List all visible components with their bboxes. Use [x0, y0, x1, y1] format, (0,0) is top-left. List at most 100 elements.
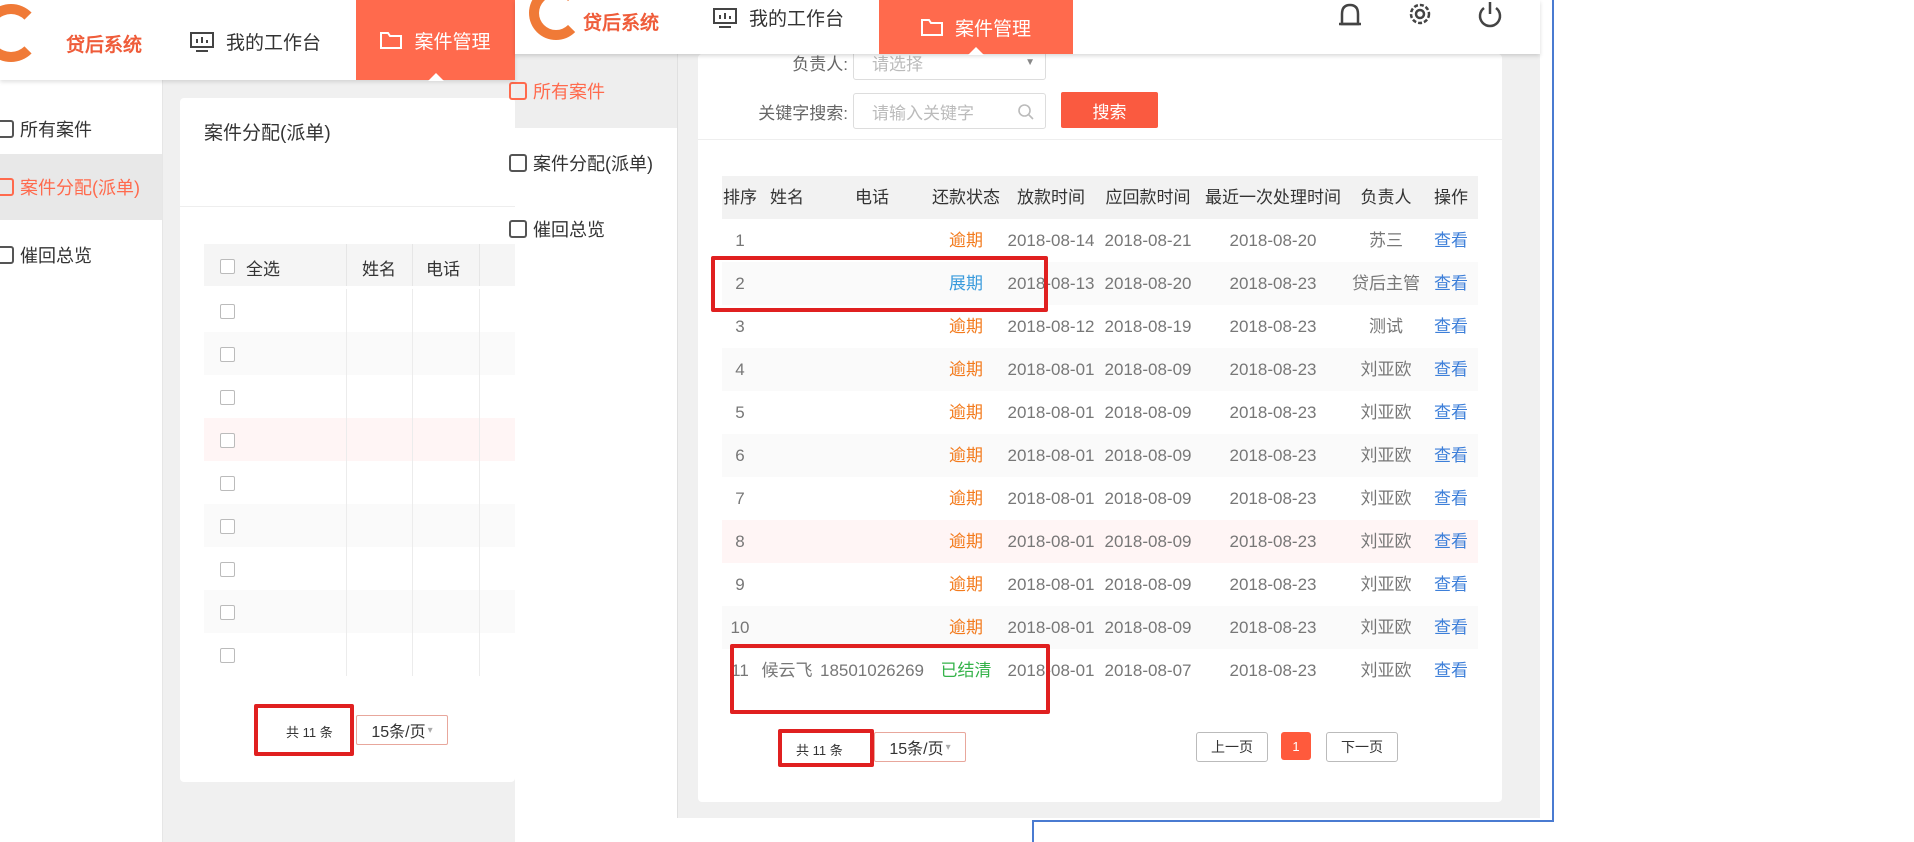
left-sidebar-item-all-cases[interactable]: 所有案件 [0, 96, 162, 162]
cell-rank: 7 [735, 489, 745, 508]
cell-due-date: 2018-08-20 [1104, 274, 1192, 293]
view-link[interactable]: 查看 [1424, 348, 1478, 391]
view-link[interactable]: 查看 [1424, 305, 1478, 348]
cell-rank: 6 [735, 446, 745, 465]
cases-icon [509, 82, 527, 100]
next-page-button[interactable]: 下一页 [1326, 732, 1398, 762]
search-button[interactable]: 搜索 [1061, 92, 1158, 128]
row-checkbox[interactable] [220, 476, 235, 491]
col-divider [479, 332, 480, 375]
col-divider [412, 547, 413, 590]
left-header-name: 姓名 [362, 260, 396, 279]
cell-name [758, 520, 816, 563]
cell-last-processed: 2018-08-20 [1229, 231, 1317, 250]
col-divider [346, 244, 347, 286]
cell-last-processed: 2018-08-23 [1229, 618, 1317, 637]
right-page-size-label: 15条/页 [889, 741, 944, 758]
keyword-search-input[interactable]: 请输入关键字 [853, 93, 1046, 129]
view-link[interactable]: 查看 [1424, 391, 1478, 434]
row-checkbox[interactable] [220, 562, 235, 577]
table-row [204, 418, 515, 461]
col-divider [346, 590, 347, 633]
prev-page-button[interactable]: 上一页 [1196, 732, 1268, 762]
col-divider [346, 418, 347, 461]
bell-icon[interactable] [1335, 0, 1365, 30]
left-page-size-label: 15条/页 [371, 724, 426, 741]
active-caret [968, 47, 984, 55]
row-checkbox[interactable] [220, 519, 235, 534]
table-row: 5 逾期 2018-08-01 2018-08-09 2018-08-23 刘亚欧 查看 [722, 391, 1478, 434]
col-divider [346, 461, 347, 504]
left-header-phone: 电话 [426, 260, 460, 279]
current-page-button[interactable]: 1 [1281, 732, 1311, 760]
left-nav-case-management[interactable]: 案件管理 [356, 0, 515, 81]
gear-icon[interactable] [1405, 0, 1435, 30]
cell-owner: 刘亚欧 [1360, 618, 1412, 637]
cell-phone [816, 520, 928, 563]
cell-last-processed: 2018-08-23 [1229, 403, 1317, 422]
select-all-checkbox[interactable] [220, 259, 235, 274]
view-link[interactable]: 查看 [1424, 520, 1478, 563]
view-link[interactable]: 查看 [1424, 649, 1478, 692]
row-checkbox[interactable] [220, 347, 235, 362]
right-sidebar-item-case-assign[interactable]: 案件分配(派单) [509, 130, 677, 196]
header-last-processed: 最近一次处理时间 [1205, 188, 1341, 207]
cell-last-processed: 2018-08-23 [1229, 575, 1317, 594]
header-action: 操作 [1434, 188, 1468, 207]
table-row: 7 逾期 2018-08-01 2018-08-09 2018-08-23 刘亚欧 查看 [722, 477, 1478, 520]
right-nav-workbench[interactable]: 我的工作台 [713, 4, 844, 31]
cell-status: 逾期 [949, 618, 983, 637]
overview-icon [509, 220, 527, 238]
folder-icon [920, 19, 943, 36]
search-icon [1018, 104, 1034, 120]
left-sidebar-item-case-assign[interactable]: 案件分配(派单) [0, 154, 162, 220]
power-icon[interactable] [1475, 0, 1505, 30]
cell-due-date: 2018-08-09 [1104, 575, 1192, 594]
right-sidebar-item-overview[interactable]: 催回总览 [509, 196, 677, 262]
cell-name [758, 434, 816, 477]
cell-last-processed: 2018-08-23 [1229, 489, 1317, 508]
left-nav-workbench[interactable]: 我的工作台 [190, 28, 321, 55]
cell-last-processed: 2018-08-23 [1229, 532, 1317, 551]
cell-phone [816, 606, 928, 649]
table-row [204, 461, 515, 504]
left-page-size-select[interactable]: 15条/页 ▾ [356, 715, 448, 745]
view-link[interactable]: 查看 [1424, 262, 1478, 305]
row-checkbox[interactable] [220, 304, 235, 319]
cell-loan-date: 2018-08-01 [1007, 446, 1095, 465]
cell-phone [816, 563, 928, 606]
assign-icon [0, 178, 14, 196]
view-link[interactable]: 查看 [1424, 606, 1478, 649]
cell-last-processed: 2018-08-23 [1229, 661, 1317, 680]
left-sidebar-label: 案件分配(派单) [20, 178, 140, 198]
left-sidebar-label: 催回总览 [20, 246, 92, 266]
cell-status: 逾期 [949, 489, 983, 508]
cell-status: 逾期 [949, 446, 983, 465]
row-checkbox[interactable] [220, 605, 235, 620]
cell-name [758, 563, 816, 606]
right-page-size-select[interactable]: 15条/页 ▾ [874, 732, 966, 762]
nav-workbench-label: 我的工作台 [749, 9, 845, 30]
right-sidebar-item-all-cases[interactable]: 所有案件 [509, 54, 677, 128]
view-link[interactable]: 查看 [1424, 477, 1478, 520]
cell-phone [816, 391, 928, 434]
col-divider [479, 418, 480, 461]
cell-due-date: 2018-08-21 [1104, 231, 1192, 250]
view-link[interactable]: 查看 [1424, 563, 1478, 606]
view-link[interactable]: 查看 [1424, 219, 1478, 262]
col-divider [412, 633, 413, 676]
table-row [204, 547, 515, 590]
right-nav-case-management[interactable]: 案件管理 [879, 0, 1073, 55]
row-checkbox[interactable] [220, 648, 235, 663]
left-sidebar: 所有案件 案件分配(派单) 催回总览 [0, 80, 163, 842]
left-panel-title: 案件分配(派单) [204, 123, 331, 144]
cell-rank: 9 [735, 575, 745, 594]
row-checkbox[interactable] [220, 433, 235, 448]
cell-rank: 8 [735, 532, 745, 551]
left-sidebar-item-overview[interactable]: 催回总览 [0, 222, 162, 288]
right-sidebar-label: 所有案件 [533, 82, 605, 102]
row-checkbox[interactable] [220, 390, 235, 405]
view-link[interactable]: 查看 [1424, 434, 1478, 477]
active-caret [427, 73, 444, 81]
window-edge [1032, 820, 1034, 842]
